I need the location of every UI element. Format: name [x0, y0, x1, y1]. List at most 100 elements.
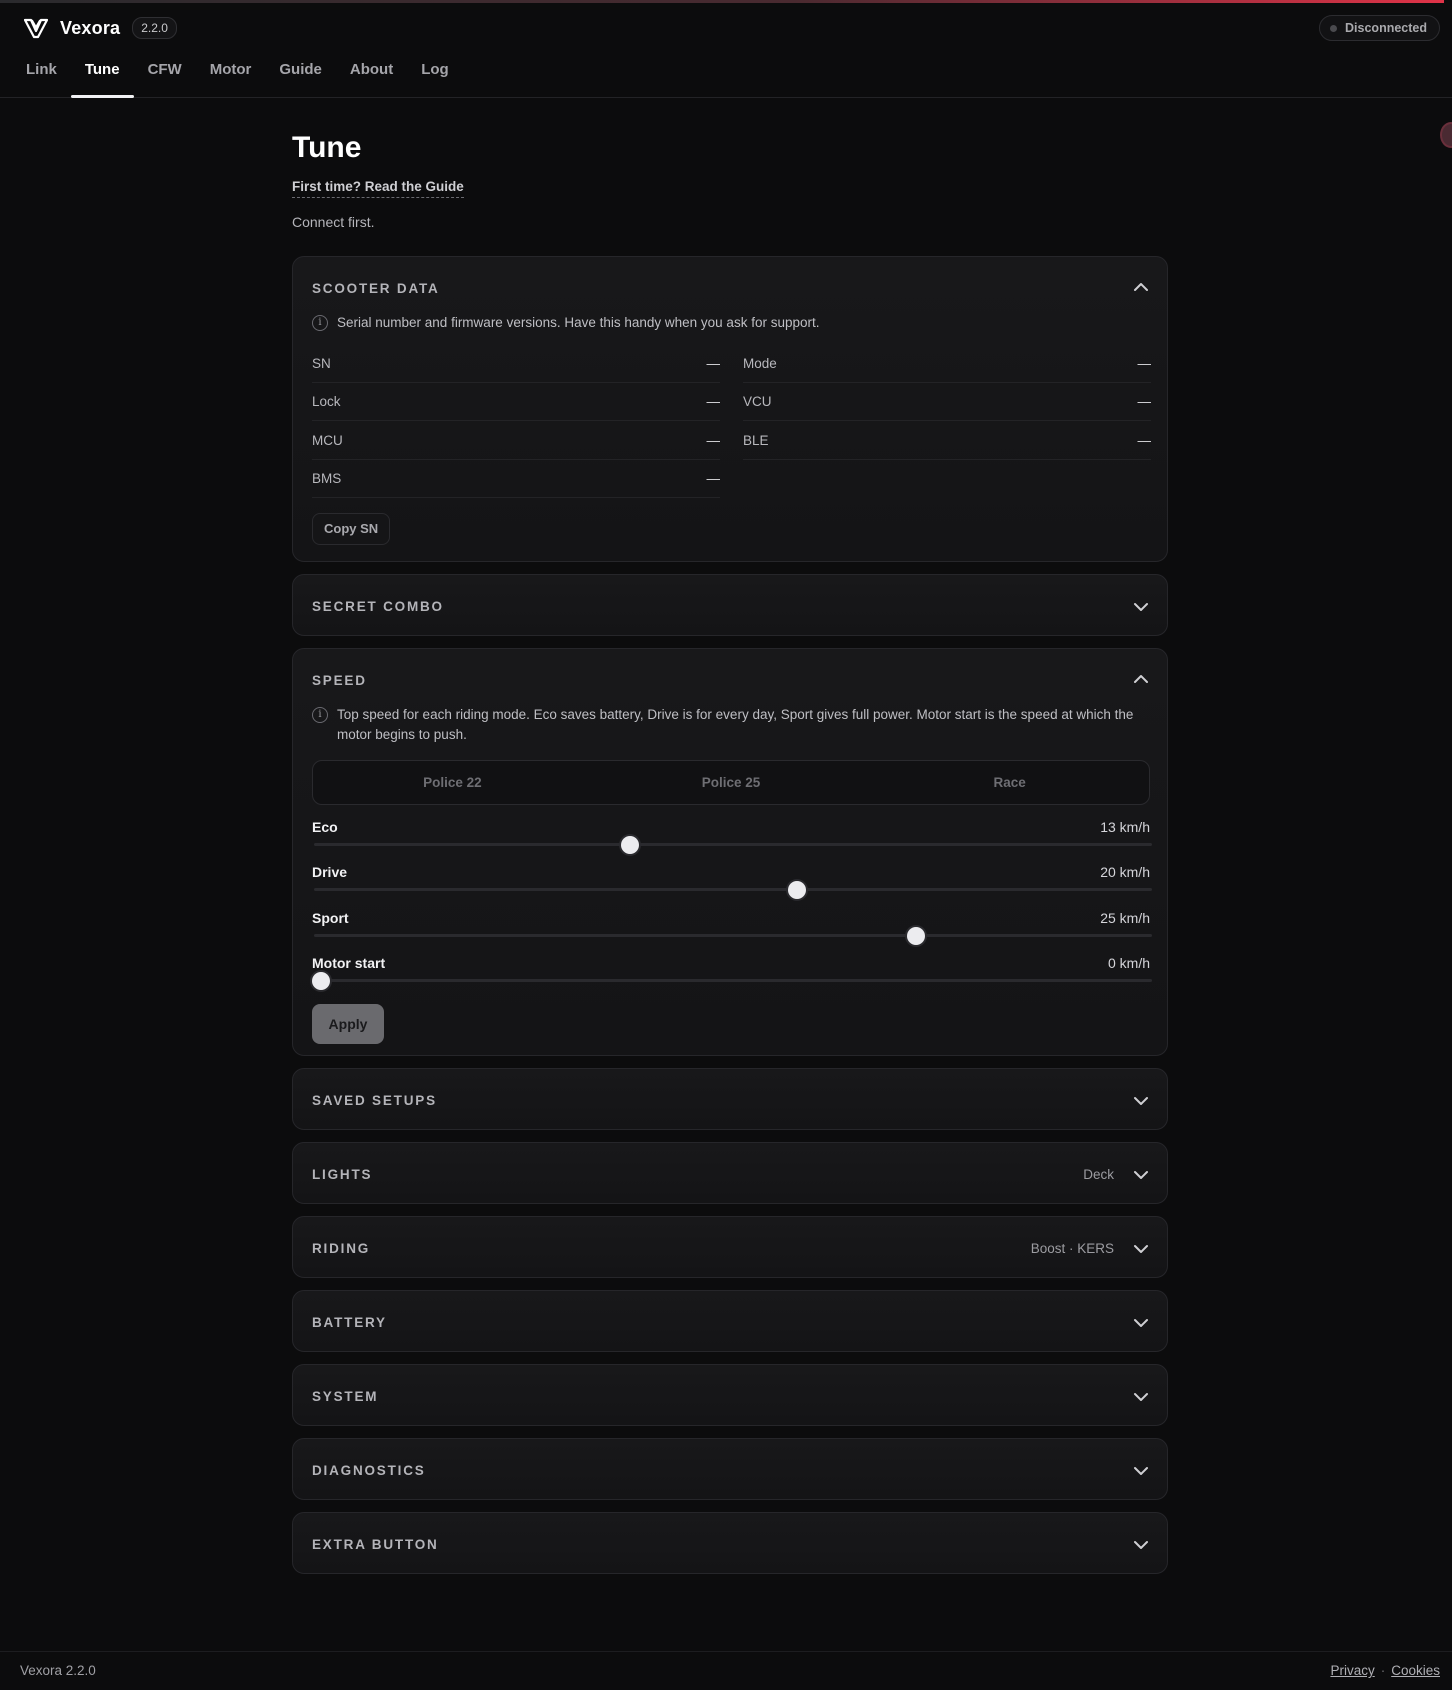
- preset-police-25[interactable]: Police 25: [592, 761, 871, 804]
- tab-motor[interactable]: Motor: [196, 51, 266, 98]
- field-value: —: [706, 393, 721, 409]
- slider-thumb[interactable]: [787, 881, 806, 899]
- app-header: Vexora 2.2.0 Disconnected Link Tune CFW …: [0, 3, 1452, 98]
- edge-indicator[interactable]: [1440, 122, 1452, 148]
- footer-version: Vexora 2.2.0: [20, 1663, 96, 1678]
- field-label: SN: [312, 355, 331, 371]
- slider-label: Eco: [312, 819, 338, 835]
- chevron-down-icon[interactable]: [1132, 1387, 1150, 1405]
- section-title: EXTRA BUTTON: [312, 1536, 439, 1552]
- speed-info: i Top speed for each riding mode. Eco sa…: [312, 705, 1149, 745]
- slider-label: Drive: [312, 864, 348, 880]
- tab-link[interactable]: Link: [12, 51, 71, 98]
- preset-race[interactable]: Race: [870, 761, 1149, 804]
- system-header[interactable]: SYSTEM: [312, 1365, 1150, 1427]
- field-vcu: VCU —: [743, 382, 1151, 421]
- cookies-link[interactable]: Cookies: [1391, 1663, 1440, 1678]
- diagnostics-header[interactable]: DIAGNOSTICS: [312, 1439, 1150, 1501]
- copy-sn-button[interactable]: Copy SN: [312, 513, 391, 545]
- slider-track[interactable]: [314, 843, 1152, 846]
- chevron-up-icon[interactable]: [1132, 279, 1150, 297]
- app-name: Vexora: [60, 17, 121, 38]
- chevron-down-icon[interactable]: [1132, 1091, 1150, 1109]
- field-value: —: [1137, 432, 1152, 448]
- field-label: Mode: [743, 355, 777, 371]
- speed-preset-selector: Police 22 Police 25 Race: [312, 760, 1150, 805]
- field-label: MCU: [312, 432, 343, 448]
- section-title: LIGHTS: [312, 1166, 373, 1182]
- tab-cfw[interactable]: CFW: [134, 51, 196, 98]
- privacy-link[interactable]: Privacy: [1330, 1663, 1374, 1678]
- tab-tune[interactable]: Tune: [70, 51, 134, 98]
- chevron-down-icon[interactable]: [1132, 1313, 1150, 1331]
- section-title: DIAGNOSTICS: [312, 1462, 426, 1478]
- slider-track[interactable]: [314, 934, 1152, 937]
- info-text: Top speed for each riding mode. Eco save…: [337, 707, 1134, 742]
- field-mcu: MCU —: [312, 421, 720, 460]
- field-lock: Lock —: [312, 382, 720, 421]
- slider-value: 20 km/h: [1100, 864, 1150, 880]
- field-label: BLE: [743, 432, 769, 448]
- field-value: —: [1137, 355, 1152, 371]
- chevron-down-icon[interactable]: [1132, 1461, 1150, 1479]
- page-title: Tune: [292, 131, 362, 164]
- speed-header[interactable]: SPEED: [312, 649, 1150, 711]
- scooter-data-header[interactable]: SCOOTER DATA: [312, 257, 1150, 319]
- field-value: —: [706, 432, 721, 448]
- field-value: —: [706, 470, 721, 486]
- apply-button[interactable]: Apply: [312, 1004, 384, 1044]
- preset-police-22[interactable]: Police 22: [313, 761, 592, 804]
- main-tabs: Link Tune CFW Motor Guide About Log: [12, 51, 463, 98]
- tab-log[interactable]: Log: [407, 51, 463, 98]
- field-value: —: [706, 355, 721, 371]
- system-panel: SYSTEM: [292, 1364, 1168, 1426]
- field-label: VCU: [743, 393, 772, 409]
- slider-track[interactable]: [314, 888, 1152, 891]
- extra-button-header[interactable]: EXTRA BUTTON: [312, 1513, 1150, 1575]
- field-label: BMS: [312, 470, 342, 486]
- lights-header[interactable]: LIGHTS Deck: [312, 1143, 1150, 1205]
- version-badge: 2.2.0: [132, 17, 177, 39]
- slider-value: 25 km/h: [1100, 910, 1150, 926]
- field-value: —: [1137, 393, 1152, 409]
- saved-setups-panel: SAVED SETUPS: [292, 1068, 1168, 1130]
- extra-button-panel: EXTRA BUTTON: [292, 1512, 1168, 1574]
- section-title: SECRET COMBO: [312, 598, 444, 614]
- section-title: SPEED: [312, 672, 367, 688]
- tune-page: Tune First time? Read the Guide Connect …: [292, 98, 1168, 1574]
- eco-speed-slider: Eco 13 km/h: [312, 819, 1152, 861]
- chevron-down-icon[interactable]: [1132, 1165, 1150, 1183]
- saved-setups-header[interactable]: SAVED SETUPS: [312, 1069, 1150, 1131]
- chevron-up-icon[interactable]: [1132, 671, 1150, 689]
- slider-value: 13 km/h: [1100, 819, 1150, 835]
- section-title: SAVED SETUPS: [312, 1092, 437, 1108]
- secret-combo-panel: SECRET COMBO: [292, 574, 1168, 636]
- info-icon: i: [312, 707, 328, 723]
- chevron-down-icon[interactable]: [1132, 1535, 1150, 1553]
- riding-header[interactable]: RIDING Boost · KERS: [312, 1217, 1150, 1279]
- connection-status-badge[interactable]: Disconnected: [1319, 15, 1440, 41]
- secret-combo-header[interactable]: SECRET COMBO: [312, 575, 1150, 637]
- tab-about[interactable]: About: [336, 51, 407, 98]
- riding-panel: RIDING Boost · KERS: [292, 1216, 1168, 1278]
- slider-track[interactable]: [314, 979, 1152, 982]
- slider-thumb[interactable]: [312, 972, 330, 990]
- motor-start-slider: Motor start 0 km/h: [312, 955, 1152, 997]
- field-label: Lock: [312, 393, 341, 409]
- guide-link[interactable]: First time? Read the Guide: [292, 179, 464, 198]
- info-text: Serial number and firmware versions. Hav…: [337, 315, 820, 330]
- slider-thumb[interactable]: [621, 836, 640, 854]
- vexora-logo-icon: [23, 17, 49, 39]
- battery-header[interactable]: BATTERY: [312, 1291, 1150, 1353]
- chevron-down-icon[interactable]: [1132, 1239, 1150, 1257]
- brand[interactable]: Vexora 2.2.0: [23, 17, 177, 39]
- section-summary: Deck: [1083, 1166, 1114, 1182]
- slider-thumb[interactable]: [906, 927, 925, 945]
- chevron-down-icon[interactable]: [1132, 597, 1150, 615]
- section-title: SYSTEM: [312, 1388, 379, 1404]
- slider-label: Sport: [312, 910, 349, 926]
- diagnostics-panel: DIAGNOSTICS: [292, 1438, 1168, 1500]
- tab-guide[interactable]: Guide: [265, 51, 336, 98]
- section-title: RIDING: [312, 1240, 371, 1256]
- connection-status-label: Disconnected: [1345, 21, 1427, 35]
